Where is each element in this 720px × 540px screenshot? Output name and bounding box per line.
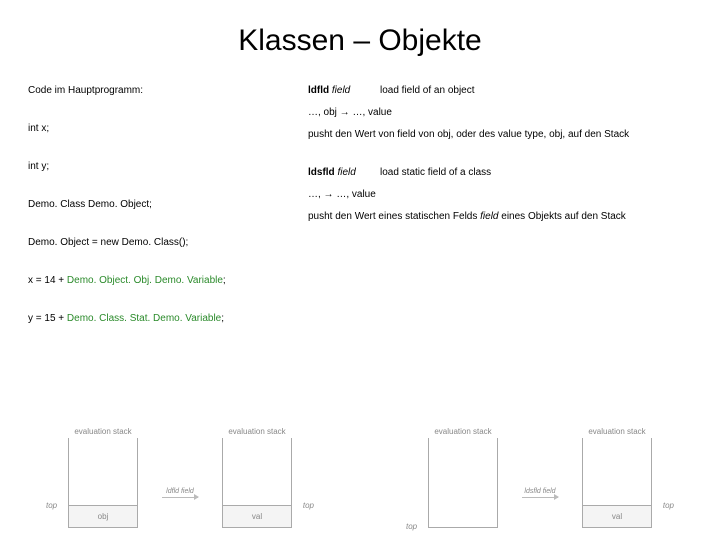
instruction-desc: load field of an object (380, 82, 475, 100)
code-line: int x; (28, 120, 308, 138)
instruction-desc: load static field of a class (380, 164, 491, 182)
stack-after: evaluation stack val top (222, 427, 292, 528)
content-columns: Code im Hauptprogramm: int x; int y; Dem… (0, 82, 720, 332)
code-line: Demo. Object = new Demo. Class(); (28, 234, 308, 252)
top-pointer: top (663, 501, 674, 510)
top-pointer: top (406, 522, 417, 531)
stack-transition: …, obj → …, value (308, 104, 692, 122)
arrow-icon (522, 497, 558, 498)
stack-cell-obj: obj (69, 505, 137, 527)
instruction-row: ldfld field load field of an object (308, 82, 692, 100)
stack-caption: evaluation stack (74, 427, 131, 436)
instruction-explain: pusht den Wert von field von obj, oder d… (308, 126, 692, 144)
left-column: Code im Hauptprogramm: int x; int y; Dem… (28, 82, 308, 332)
top-pointer: top (46, 501, 57, 510)
slide-title: Klassen – Objekte (0, 0, 720, 82)
instruction-name: ldsfld field (308, 164, 364, 182)
stack-cell-val: val (583, 505, 651, 527)
diagram-ldfld: evaluation stack obj top ldfld field eva… (0, 348, 360, 528)
instruction-explain: pusht den Wert eines statischen Felds fi… (308, 208, 692, 226)
stack-after: evaluation stack val top (582, 427, 652, 528)
arrow-label: ldfld field (166, 488, 194, 495)
code-text: x = 14 + (28, 275, 67, 286)
stack-before: evaluation stack top (428, 427, 498, 528)
code-header: Code im Hauptprogramm: (28, 82, 308, 100)
right-column: ldfld field load field of an object …, o… (308, 82, 692, 332)
arrow-ldsfld: ldsfld field (522, 488, 558, 498)
stack-transition: …, → …, value (308, 186, 692, 204)
instruction-row: ldsfld field load static field of a clas… (308, 164, 692, 182)
arrow-icon (162, 497, 198, 498)
highlighted-ref: Demo. Object. Obj. Demo. Variable (67, 275, 223, 286)
stack-diagrams: evaluation stack obj top ldfld field eva… (0, 348, 720, 528)
stack-before: evaluation stack obj top (68, 427, 138, 528)
code-line: Demo. Class Demo. Object; (28, 196, 308, 214)
arrow-label: ldsfld field (524, 488, 555, 495)
code-line: int y; (28, 158, 308, 176)
diagram-ldsfld: evaluation stack top ldsfld field evalua… (360, 348, 720, 528)
stack-caption: evaluation stack (434, 427, 491, 436)
code-text: ; (223, 275, 226, 286)
code-text: y = 15 + (28, 313, 67, 324)
highlighted-ref: Demo. Class. Stat. Demo. Variable (67, 313, 221, 324)
instruction-name: ldfld field (308, 82, 364, 100)
arrow-ldfld: ldfld field (162, 488, 198, 498)
stack-caption: evaluation stack (588, 427, 645, 436)
top-pointer: top (303, 501, 314, 510)
stack-caption: evaluation stack (228, 427, 285, 436)
code-line: y = 15 + Demo. Class. Stat. Demo. Variab… (28, 310, 308, 328)
code-text: ; (221, 313, 224, 324)
code-line: x = 14 + Demo. Object. Obj. Demo. Variab… (28, 272, 308, 290)
stack-cell-val: val (223, 505, 291, 527)
